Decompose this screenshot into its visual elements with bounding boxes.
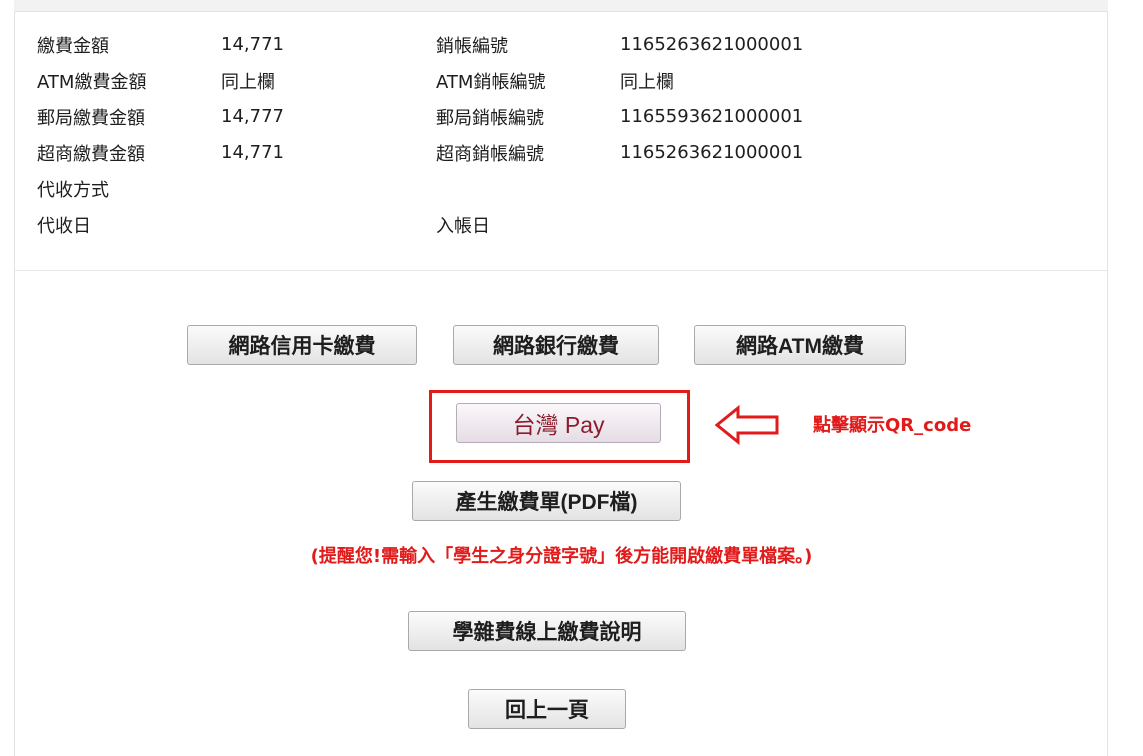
value-atm-account-number: 同上欄 (620, 72, 674, 93)
label-collection-date: 代收日 (37, 216, 91, 237)
id-reminder-text: (提醒您!需輸入「學生之身分證字號」後方能開啟繳費單檔案。) (310, 546, 813, 567)
label-payment-amount: 繳費金額 (37, 36, 109, 57)
qr-code-hint: 點擊顯示QR_code (813, 415, 972, 436)
label-post-account-number: 郵局銷帳編號 (436, 108, 544, 129)
back-button[interactable]: 回上一頁 (468, 689, 626, 729)
label-posting-date: 入帳日 (436, 216, 490, 237)
payment-page: 繳費金額 14,771 銷帳編號 1165263621000001 ATM繳費金… (0, 0, 1143, 756)
online-payment-instructions-button[interactable]: 學雜費線上繳費說明 (408, 611, 686, 651)
value-store-account-number: 1165263621000001 (620, 142, 804, 163)
value-account-number: 1165263621000001 (620, 34, 804, 55)
label-atm-account-number: ATM銷帳編號 (436, 72, 546, 93)
label-store-account-number: 超商銷帳編號 (436, 144, 544, 165)
credit-card-payment-button[interactable]: 網路信用卡繳費 (187, 325, 417, 365)
taiwan-pay-button[interactable]: 台灣 Pay (456, 403, 661, 443)
section-divider (15, 270, 1107, 271)
value-store-amount: 14,771 (221, 142, 284, 163)
label-collection-method: 代收方式 (37, 180, 109, 201)
label-account-number: 銷帳編號 (436, 36, 508, 57)
value-post-amount: 14,777 (221, 106, 284, 127)
left-arrow-icon (714, 405, 779, 445)
online-atm-payment-button[interactable]: 網路ATM繳費 (694, 325, 906, 365)
value-payment-amount: 14,771 (221, 34, 284, 55)
value-atm-amount: 同上欄 (221, 72, 275, 93)
value-post-account-number: 1165593621000001 (620, 106, 804, 127)
label-atm-amount: ATM繳費金額 (37, 72, 147, 93)
label-store-amount: 超商繳費金額 (37, 144, 145, 165)
online-bank-payment-button[interactable]: 網路銀行繳費 (453, 325, 659, 365)
label-post-amount: 郵局繳費金額 (37, 108, 145, 129)
generate-pdf-bill-button[interactable]: 產生繳費單(PDF檔) (412, 481, 681, 521)
